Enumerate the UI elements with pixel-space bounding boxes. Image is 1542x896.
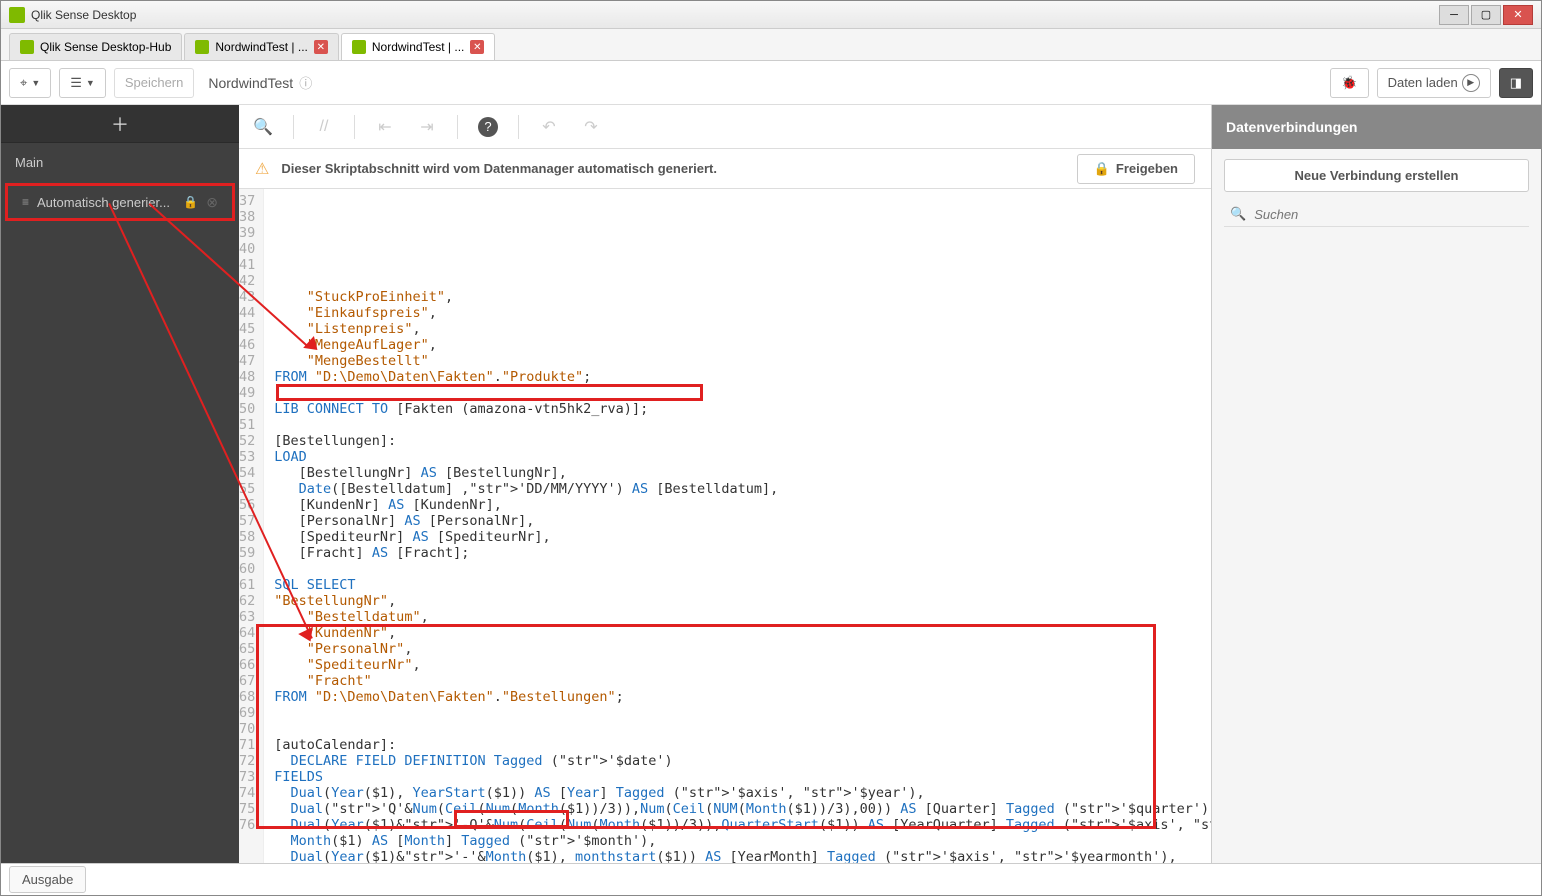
qlik-icon bbox=[352, 40, 366, 54]
save-button[interactable]: Speichern bbox=[114, 68, 195, 98]
indent-button[interactable]: ⇥ bbox=[415, 115, 439, 139]
plus-icon: ＋ bbox=[111, 111, 129, 137]
load-data-button[interactable]: Daten laden ▶ bbox=[1377, 68, 1491, 98]
connection-search[interactable]: 🔍 bbox=[1224, 202, 1529, 227]
code-content[interactable]: "StuckProEinheit", "Einkaufspreis", "Lis… bbox=[264, 189, 1211, 863]
data-connections-panel: Datenverbindungen Neue Verbindung erstel… bbox=[1211, 105, 1541, 863]
unlock-button[interactable]: 🔒 Freigeben bbox=[1077, 154, 1195, 184]
tab-label: NordwindTest | ... bbox=[215, 40, 307, 54]
help-icon: ? bbox=[478, 117, 498, 137]
tab-nordwind-2[interactable]: NordwindTest | ... ✕ bbox=[341, 33, 495, 60]
window-titlebar: Qlik Sense Desktop ─ ▢ ✕ bbox=[1, 1, 1541, 29]
tab-label: NordwindTest | ... bbox=[372, 40, 464, 54]
window-minimize-button[interactable]: ─ bbox=[1439, 5, 1469, 25]
qlik-icon bbox=[195, 40, 209, 54]
bottom-bar: Ausgabe bbox=[1, 863, 1541, 895]
app-icon bbox=[9, 7, 25, 23]
undo-button[interactable]: ↶ bbox=[537, 115, 561, 139]
window-close-button[interactable]: ✕ bbox=[1503, 5, 1533, 25]
load-data-label: Daten laden bbox=[1388, 75, 1458, 90]
window-title: Qlik Sense Desktop bbox=[31, 8, 1439, 22]
add-section-button[interactable]: ＋ bbox=[1, 105, 239, 143]
info-icon[interactable]: ⓘ bbox=[299, 73, 312, 92]
output-button[interactable]: Ausgabe bbox=[9, 866, 86, 893]
help-button[interactable]: ? bbox=[476, 115, 500, 139]
view-menu-button[interactable]: ☰▼ bbox=[59, 68, 106, 98]
app-name-label: NordwindTest ⓘ bbox=[208, 73, 312, 92]
bug-icon: 🐞 bbox=[1341, 75, 1357, 91]
search-icon: 🔍 bbox=[1230, 206, 1246, 222]
editor-column: 🔍 // ⇤ ⇥ ? ↶ ↷ ⚠ Dieser Skriptabschnitt … bbox=[239, 105, 1211, 863]
app-toolbar: ⌖▼ ☰▼ Speichern NordwindTest ⓘ 🐞 Daten l… bbox=[1, 61, 1541, 105]
panel-toggle-button[interactable]: ◨ bbox=[1499, 68, 1533, 98]
tab-label: Qlik Sense Desktop-Hub bbox=[40, 40, 171, 54]
warning-icon: ⚠ bbox=[255, 159, 269, 179]
warning-bar: ⚠ Dieser Skriptabschnitt wird vom Datenm… bbox=[239, 149, 1211, 189]
section-auto-generated[interactable]: ≡ Automatisch generier... 🔒 ⊗ bbox=[5, 183, 235, 221]
lock-icon: 🔒 bbox=[1094, 161, 1110, 177]
section-label: Automatisch generier... bbox=[37, 195, 175, 210]
panel-icon: ◨ bbox=[1510, 75, 1522, 91]
close-icon[interactable]: ✕ bbox=[470, 40, 484, 54]
debug-button[interactable]: 🐞 bbox=[1330, 68, 1368, 98]
outdent-button[interactable]: ⇤ bbox=[373, 115, 397, 139]
section-main[interactable]: Main bbox=[1, 143, 239, 181]
compass-icon: ⌖ bbox=[20, 75, 27, 91]
lock-icon: 🔒 bbox=[183, 195, 198, 209]
code-editor[interactable]: 3738394041424344454647484950515253545556… bbox=[239, 189, 1211, 863]
play-icon: ▶ bbox=[1462, 74, 1480, 92]
warning-message: Dieser Skriptabschnitt wird vom Datenman… bbox=[281, 161, 1064, 176]
new-connection-button[interactable]: Neue Verbindung erstellen bbox=[1224, 159, 1529, 192]
line-number-gutter: 3738394041424344454647484950515253545556… bbox=[239, 189, 264, 863]
search-button[interactable]: 🔍 bbox=[251, 115, 275, 139]
redo-button[interactable]: ↷ bbox=[579, 115, 603, 139]
qlik-icon bbox=[20, 40, 34, 54]
section-label: Main bbox=[15, 155, 43, 170]
tab-hub[interactable]: Qlik Sense Desktop-Hub bbox=[9, 33, 182, 60]
grip-icon: ≡ bbox=[22, 195, 29, 209]
editor-toolbar: 🔍 // ⇤ ⇥ ? ↶ ↷ bbox=[239, 105, 1211, 149]
list-icon: ☰ bbox=[70, 75, 82, 91]
delete-icon[interactable]: ⊗ bbox=[206, 194, 218, 211]
script-sections-sidebar: ＋ Main ≡ Automatisch generier... 🔒 ⊗ bbox=[1, 105, 239, 863]
unlock-label: Freigeben bbox=[1116, 161, 1178, 176]
nav-menu-button[interactable]: ⌖▼ bbox=[9, 68, 51, 98]
search-icon: 🔍 bbox=[253, 117, 273, 137]
connection-search-input[interactable] bbox=[1254, 207, 1523, 222]
close-icon[interactable]: ✕ bbox=[314, 40, 328, 54]
panel-title: Datenverbindungen bbox=[1212, 105, 1541, 149]
comment-button[interactable]: // bbox=[312, 115, 336, 139]
browser-tabs: Qlik Sense Desktop-Hub NordwindTest | ..… bbox=[1, 29, 1541, 61]
tab-nordwind-1[interactable]: NordwindTest | ... ✕ bbox=[184, 33, 338, 60]
window-maximize-button[interactable]: ▢ bbox=[1471, 5, 1501, 25]
